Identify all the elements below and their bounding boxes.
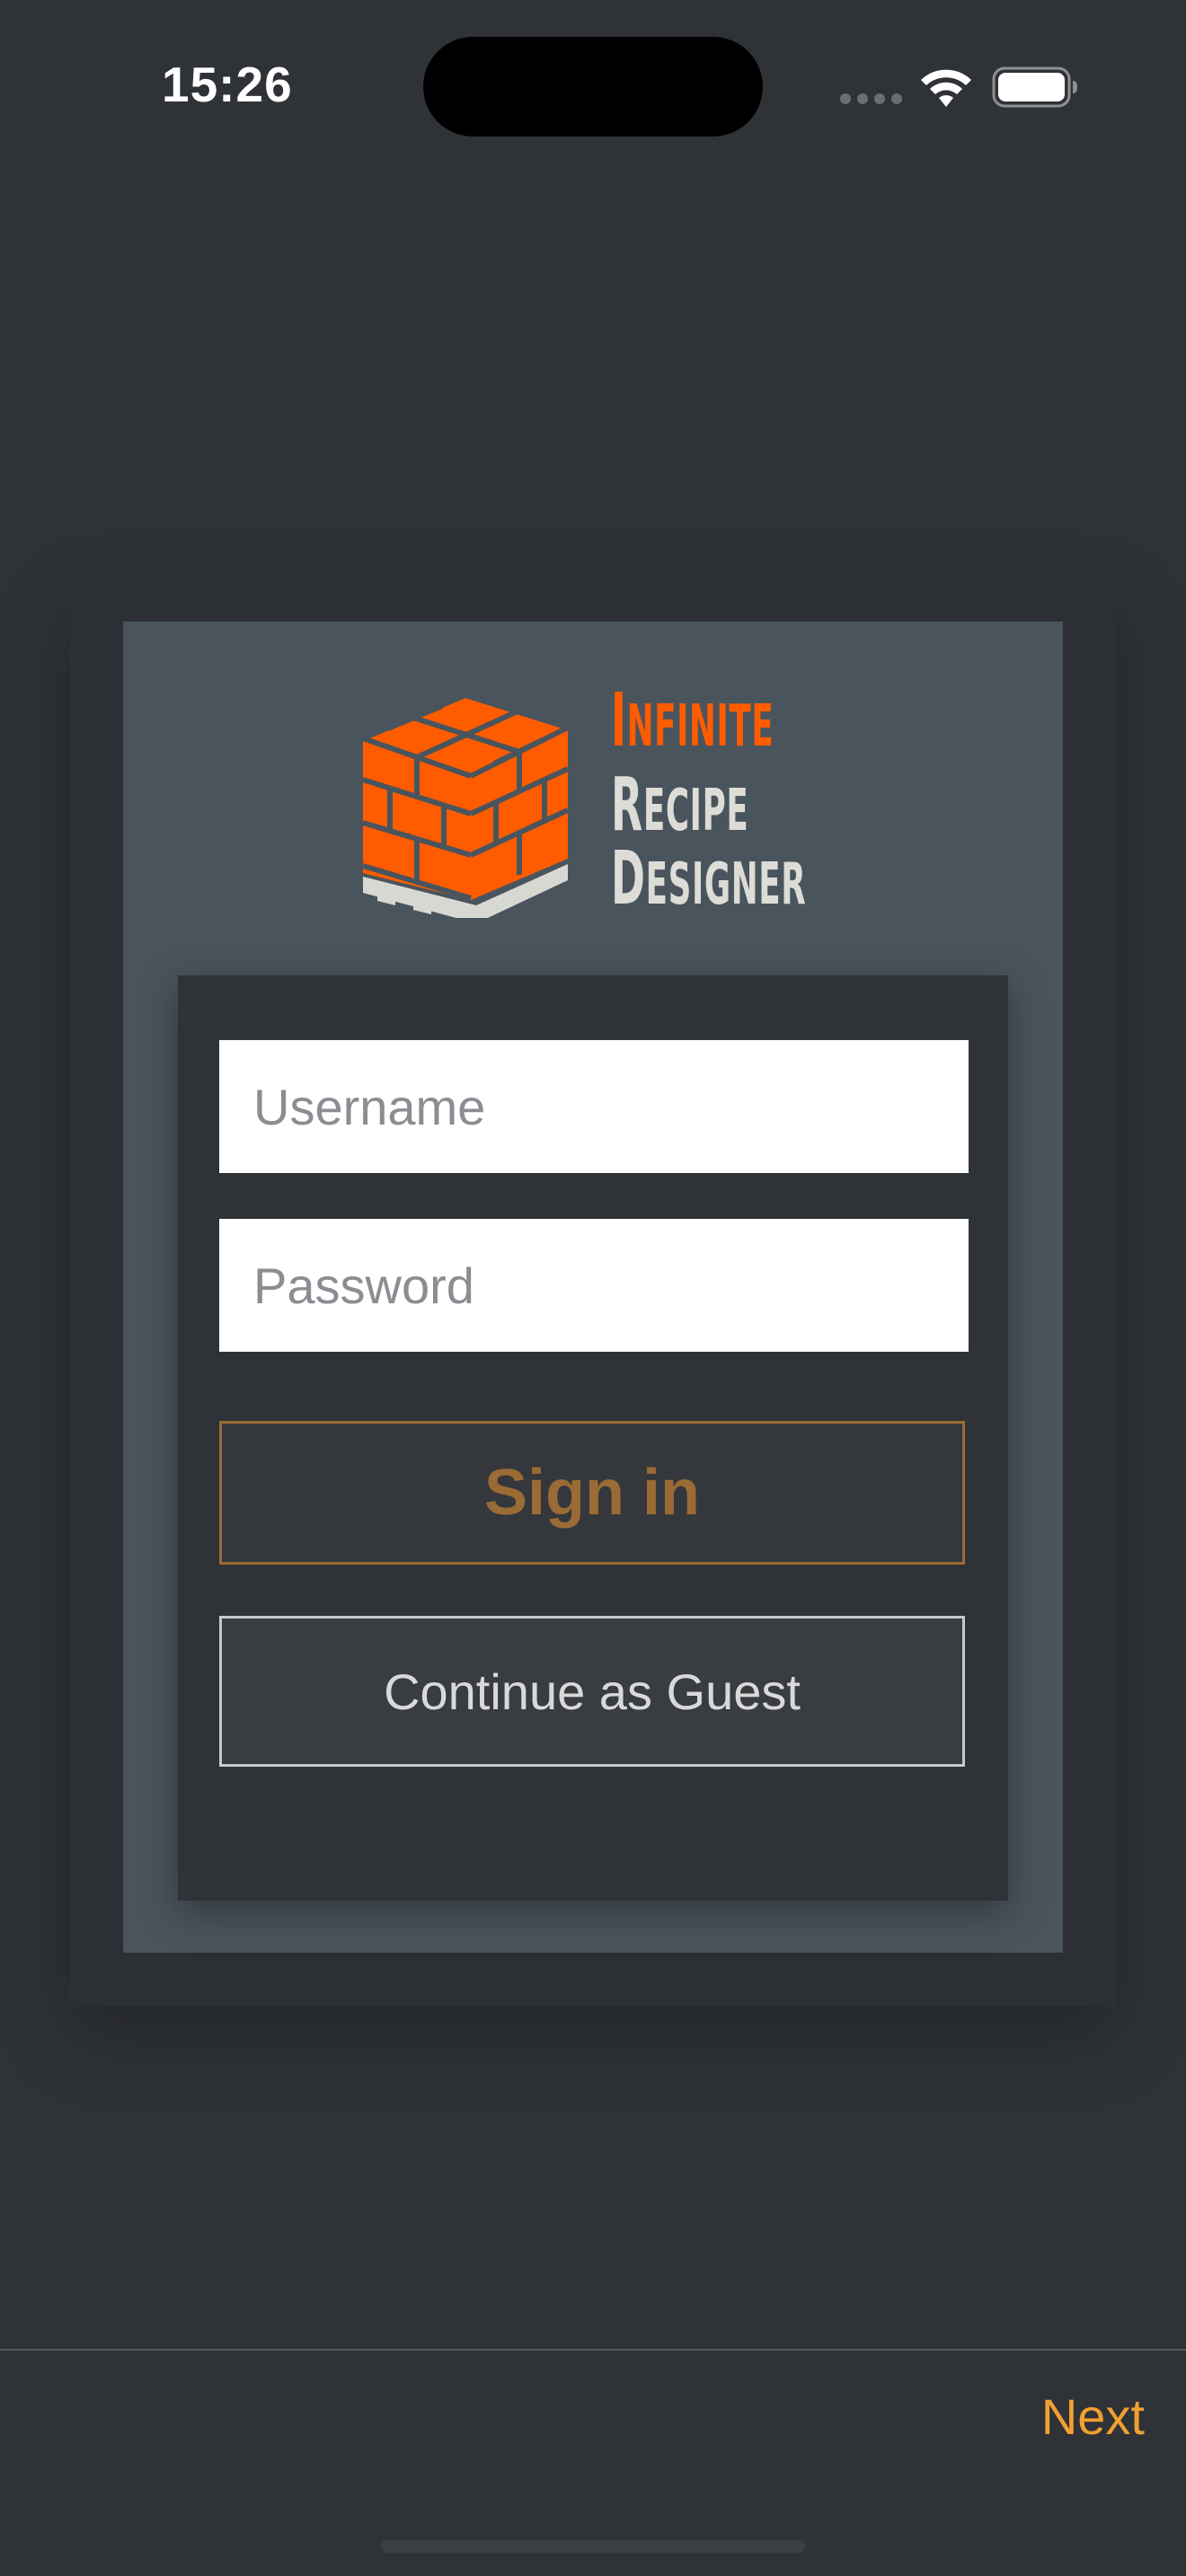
brick-pallet-logo-icon [361,692,570,918]
home-indicator[interactable] [381,2540,805,2553]
username-field[interactable] [219,1040,969,1173]
app-logo-wordmark: INFINITE RECIPE DESIGNER [611,684,881,918]
sign-in-button[interactable]: Sign in [219,1421,965,1565]
next-button[interactable]: Next [1041,2387,1145,2446]
cellular-signal-icon [840,93,903,106]
password-field[interactable] [219,1219,969,1352]
sign-in-label: Sign in [484,1457,700,1529]
continue-as-guest-label: Continue as Guest [384,1663,801,1720]
continue-as-guest-button[interactable]: Continue as Guest [219,1616,965,1767]
dynamic-island [423,37,763,137]
status-time: 15:26 [162,57,293,112]
battery-icon [992,66,1077,108]
logo-word-infinite: INFINITE [611,678,774,763]
logo-word-designer: DESIGNER [611,836,807,922]
toolbar-divider [0,2349,1186,2351]
wifi-icon [921,69,971,107]
logo-word-recipe: RECIPE [611,763,749,848]
